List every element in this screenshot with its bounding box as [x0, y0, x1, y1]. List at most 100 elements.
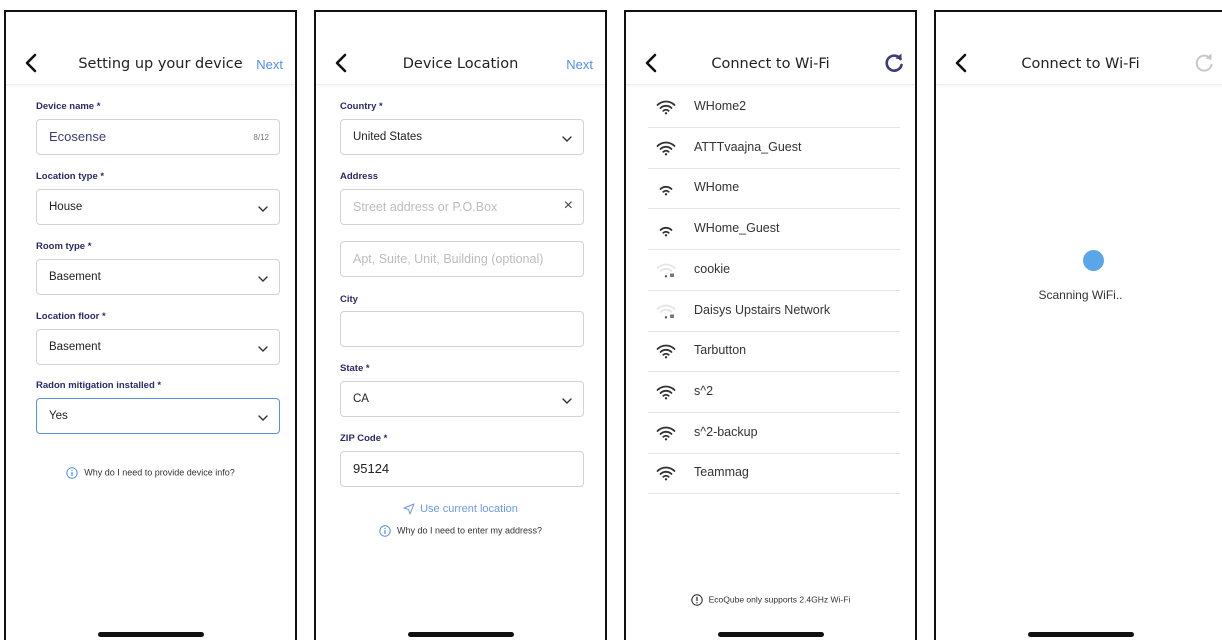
location-type-value: House [49, 201, 83, 213]
apt-input[interactable]: Apt, Suite, Unit, Building (optional) [340, 241, 584, 277]
wifi-icon [656, 262, 676, 278]
location-arrow-icon [403, 503, 415, 515]
address-placeholder: Street address or P.O.Box [353, 200, 498, 214]
home-indicator [1027, 632, 1134, 637]
chevron-down-icon [257, 342, 269, 354]
country-value: United States [353, 131, 423, 143]
room-type-value: Basement [49, 271, 101, 283]
wifi-network-name: s^2 [694, 383, 714, 398]
header: Device Location Next [316, 48, 605, 85]
wifi-network-name: WHome [694, 180, 740, 195]
wifi-network-name: s^2-backup [694, 424, 758, 439]
wifi-icon [656, 343, 676, 359]
state-value: CA [353, 393, 369, 405]
chevron-down-icon [561, 394, 573, 406]
city-input[interactable] [340, 311, 584, 347]
device-name-field[interactable]: Ecosense 8/12 [36, 119, 280, 155]
info-icon [690, 594, 703, 606]
location-floor-value: Basement [49, 341, 101, 353]
next-button[interactable]: Next [566, 57, 593, 72]
wifi-network-row[interactable]: WHome2 [648, 87, 900, 128]
wifi-network-name: Teammag [694, 465, 749, 480]
home-indicator [97, 632, 204, 637]
screen-connect-wifi: Connect to Wi-Fi WHome2 ATTTvaajna_Guest W… [624, 10, 917, 640]
wifi-network-row[interactable]: Teammag [648, 453, 900, 495]
wifi-icon [656, 425, 676, 441]
back-arrow-icon[interactable] [948, 49, 976, 77]
device-name-label: Device name * [36, 101, 101, 112]
wifi-icon [656, 180, 676, 196]
char-counter: 8/12 [253, 133, 269, 142]
wifi-icon [656, 303, 676, 319]
location-type-select[interactable]: House [36, 189, 280, 225]
wifi-network-name: ATTTvaajna_Guest [694, 139, 802, 154]
apt-placeholder: Apt, Suite, Unit, Building (optional) [353, 252, 544, 266]
chevron-down-icon [257, 272, 269, 284]
wifi-network-row[interactable]: Tarbutton [648, 331, 900, 373]
wifi-network-name: cookie [694, 261, 731, 276]
page-title: Device Location [402, 56, 519, 72]
zip-input[interactable]: 95124 [340, 451, 584, 487]
location-type-label: Location type * [36, 171, 105, 182]
back-arrow-icon[interactable] [638, 49, 666, 77]
zip-label: ZIP Code * [340, 433, 388, 444]
chevron-down-icon [257, 202, 269, 214]
loading-spinner [1083, 250, 1104, 271]
radon-mitigation-select[interactable]: Yes [36, 398, 280, 434]
country-select[interactable]: United States [340, 119, 584, 155]
use-current-location-link[interactable]: Use current location [316, 503, 605, 515]
wifi-support-text: EcoQube only supports 2.4GHz Wi-Fi [708, 594, 851, 605]
back-arrow-icon[interactable] [328, 49, 356, 77]
wifi-network-name: Daisys Upstairs Network [694, 302, 831, 317]
wifi-network-name: Tarbutton [694, 343, 747, 358]
header: Setting up your device Next [6, 48, 295, 85]
wifi-network-row[interactable]: s^2-backup [648, 413, 900, 454]
scanning-status: Scanning WiFi.. [1038, 288, 1123, 302]
address-help-text: Why do I need to enter my address? [396, 525, 543, 536]
wifi-network-row[interactable]: Daisys Upstairs Network [648, 291, 900, 332]
wifi-icon [656, 221, 676, 237]
address-label: Address [340, 171, 379, 182]
info-icon [379, 525, 391, 537]
room-type-select[interactable]: Basement [36, 259, 280, 295]
radon-mitigation-value: Yes [49, 410, 68, 422]
header: Connect to Wi-Fi [936, 48, 1222, 85]
location-floor-label: Location floor * [36, 311, 106, 322]
radon-mitigation-label: Radon mitigation installed * [36, 380, 162, 391]
wifi-icon [656, 384, 676, 400]
chevron-down-icon [257, 411, 269, 423]
info-icon [66, 467, 78, 479]
wifi-network-name: WHome_Guest [694, 221, 780, 236]
device-info-help-text: Why do I need to provide device info? [84, 467, 235, 478]
city-label: City [340, 294, 358, 305]
screen-device-setup: Setting up your device Next Device name … [4, 10, 297, 640]
address-input[interactable]: Street address or P.O.Box × [340, 189, 584, 225]
wifi-network-row[interactable]: ATTTvaajna_Guest [648, 128, 900, 169]
wifi-network-row[interactable]: cookie [648, 250, 900, 291]
country-label: Country * [340, 101, 383, 112]
home-indicator [717, 632, 824, 637]
wifi-network-row[interactable]: WHome [648, 168, 900, 210]
use-current-location-text: Use current location [420, 503, 518, 515]
device-info-help-link[interactable]: Why do I need to provide device info? [6, 467, 295, 479]
wifi-icon [656, 465, 676, 481]
page-title: Connect to Wi-Fi [1021, 56, 1140, 72]
address-help-link[interactable]: Why do I need to enter my address? [316, 525, 605, 537]
clear-icon[interactable]: × [564, 197, 573, 215]
wifi-icon [656, 99, 676, 115]
state-select[interactable]: CA [340, 381, 584, 417]
next-button[interactable]: Next [256, 57, 283, 72]
wifi-support-note: EcoQube only supports 2.4GHz Wi-Fi [626, 594, 915, 606]
back-arrow-icon[interactable] [18, 49, 46, 77]
screen-scanning-wifi: Connect to Wi-Fi Scanning WiFi.. [934, 10, 1222, 640]
refresh-icon[interactable] [881, 50, 907, 76]
wifi-icon [656, 140, 676, 156]
page-title: Connect to Wi-Fi [711, 56, 830, 72]
location-floor-select[interactable]: Basement [36, 329, 280, 365]
header: Connect to Wi-Fi [626, 48, 915, 85]
wifi-network-row[interactable]: WHome_Guest [648, 209, 900, 251]
state-label: State * [340, 363, 370, 374]
room-type-label: Room type * [36, 241, 92, 252]
chevron-down-icon [561, 132, 573, 144]
wifi-network-row[interactable]: s^2 [648, 372, 900, 413]
